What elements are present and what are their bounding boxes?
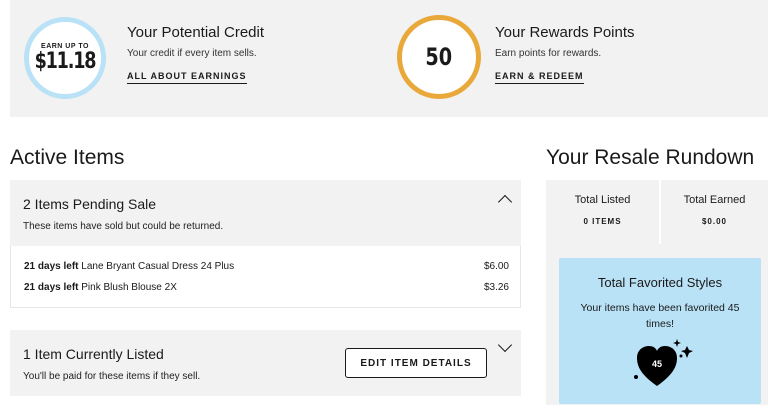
credit-circle: EARN UP TO $11.18 (24, 17, 106, 99)
earn-redeem-link[interactable]: EARN & REDEEM (495, 71, 584, 84)
total-listed-value: 0 ITEMS (583, 217, 622, 226)
pending-sale-title: 2 Items Pending Sale (23, 196, 157, 212)
pending-items-list: 21 days left Lane Bryant Casual Dress 24… (10, 246, 521, 308)
sparkle-icon (673, 339, 681, 347)
collapse-chevron-icon[interactable] (497, 194, 513, 210)
list-item: 21 days left Lane Bryant Casual Dress 24… (24, 261, 509, 272)
credit-amount: $11.18 (34, 48, 97, 74)
item-name: Pink Blush Blouse 2X (81, 282, 177, 293)
pending-sale-subtitle: These items have sold but could be retur… (23, 221, 224, 232)
total-earned-stat: Total Earned $0.00 (661, 180, 768, 244)
points-circle: 50 (397, 15, 481, 99)
item-price: $6.00 (483, 261, 509, 272)
credit-title: Your Potential Credit (127, 24, 265, 41)
total-listed-stat: Total Listed 0 ITEMS (546, 180, 659, 244)
favorites-card: Total Favorited Styles Your items have b… (559, 258, 761, 404)
heart-icon: 45 (633, 336, 697, 392)
dot-icon (679, 354, 683, 358)
favorites-title: Total Favorited Styles (597, 275, 723, 290)
rewards-subtitle: Earn points for rewards. (495, 48, 602, 59)
item-days-left: 21 days left (24, 282, 79, 293)
points-value: 50 (425, 43, 453, 71)
edit-item-details-button[interactable]: EDIT ITEM DETAILS (345, 348, 487, 378)
item-price: $3.26 (483, 282, 509, 293)
pending-sale-panel[interactable]: 2 Items Pending Sale These items have so… (10, 180, 521, 246)
earnings-summary-band (10, 0, 768, 117)
credit-subtitle: Your credit if every item sells. (127, 48, 257, 59)
currently-listed-title: 1 Item Currently Listed (23, 346, 164, 362)
item-days-left: 21 days left (24, 261, 79, 272)
rewards-title: Your Rewards Points (495, 24, 635, 41)
sparkle-icon (681, 346, 693, 358)
total-earned-value: $0.00 (701, 217, 728, 226)
dot-icon (634, 375, 638, 379)
expand-chevron-icon[interactable] (497, 337, 513, 353)
active-items-heading: Active Items (10, 146, 125, 169)
currently-listed-subtitle: You'll be paid for these items if they s… (23, 371, 201, 382)
favorites-text: Your items have been favorited 45 times! (580, 302, 740, 330)
list-item: 21 days left Pink Blush Blouse 2X $3.26 (24, 282, 509, 293)
favorites-count: 45 (652, 359, 662, 369)
all-about-earnings-link[interactable]: ALL ABOUT EARNINGS (127, 71, 247, 84)
item-name: Lane Bryant Casual Dress 24 Plus (81, 261, 235, 272)
total-earned-label: Total Earned (683, 194, 746, 206)
resale-rundown-heading: Your Resale Rundown (546, 146, 755, 169)
total-listed-label: Total Listed (574, 194, 631, 206)
